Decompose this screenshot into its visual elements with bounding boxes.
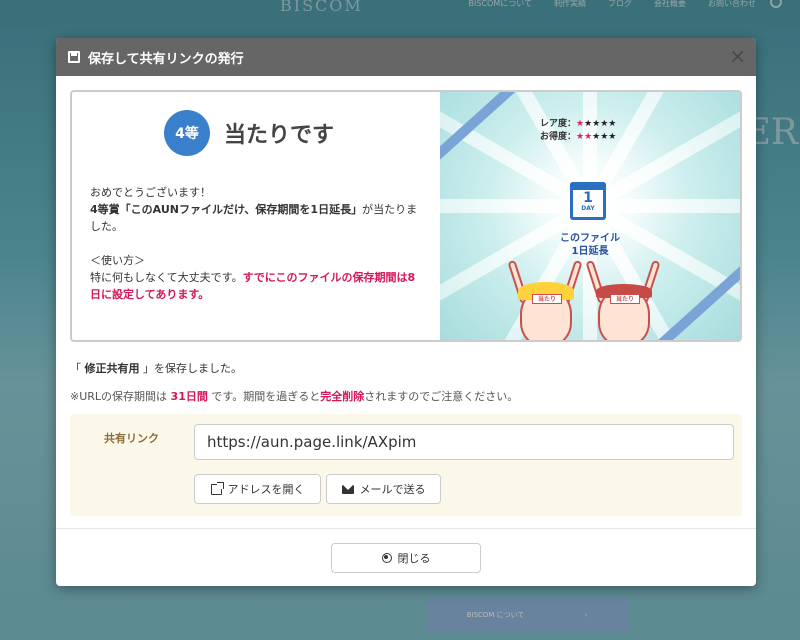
light-ray: [586, 92, 740, 213]
rarity-ratings: レア度：★★★★★ お得度：★★★★★: [540, 118, 616, 144]
cheering-person-icon: 当たり: [596, 284, 652, 340]
saved-suffix: 」を保存しました。: [143, 362, 242, 375]
prize-name: 4等賞「このAUNファイルだけ、保存期間を1日延長」: [90, 203, 363, 216]
notice-middle: です。期間を過ぎると: [207, 390, 321, 403]
save-icon: [68, 51, 80, 63]
prize-line: 4等賞「このAUNファイルだけ、保存期間を1日延長」が当たりました。: [90, 201, 422, 235]
send-mail-label: メールで送る: [359, 483, 426, 496]
close-button-label: 閉じる: [397, 551, 431, 565]
calendar-day: DAY: [581, 205, 595, 212]
notice-prefix: ※URLの保存期間は: [70, 390, 171, 403]
cheering-person-icon: 当たり: [518, 282, 574, 340]
result-message: おめでとうございます！ 4等賞「このAUNファイルだけ、保存期間を1日延長」が当…: [90, 184, 422, 303]
close-circle-icon: [381, 552, 392, 563]
usage-plain: 特に何もしなくて大丈夫です。: [90, 271, 243, 284]
caption-line-2: 1日延長: [571, 246, 609, 257]
send-mail-button[interactable]: メールで送る: [326, 474, 441, 504]
headband: 当たり: [610, 294, 640, 304]
result-heading: 4等 当たりです: [164, 110, 422, 156]
dialog-footer: 閉じる: [56, 528, 756, 586]
dialog-body: 4等 当たりです おめでとうございます！ 4等賞「このAUNファイルだけ、保存期…: [56, 76, 756, 516]
delete-warning: 完全削除: [320, 390, 365, 403]
dialog-title: 保存して共有リンクの発行: [88, 51, 244, 67]
star-icon: ★★★: [592, 132, 617, 142]
share-link-label: 共有リンク: [104, 432, 159, 445]
retention-days: 31日間: [170, 390, 208, 403]
value-row: お得度：★★★★★: [540, 131, 616, 144]
calendar-icon: 1 DAY: [570, 182, 606, 220]
notice-suffix: されますのでご注意ください。: [364, 390, 519, 403]
close-button[interactable]: 閉じる: [331, 542, 481, 573]
congrats-line: おめでとうございます！: [90, 186, 211, 199]
result-text-panel: 4等 当たりです おめでとうございます！ 4等賞「このAUNファイルだけ、保存期…: [72, 92, 440, 340]
extension-caption: このファイル 1日延長: [540, 232, 640, 258]
rarity-label: レア度：: [540, 119, 577, 129]
star-icon: ★★★★: [584, 119, 617, 129]
prize-illustration: レア度：★★★★★ お得度：★★★★★ 1 DAY このファイル 1日延長 当た…: [440, 92, 740, 340]
usage-label: ＜使い方＞: [90, 254, 145, 267]
close-icon[interactable]: ×: [729, 46, 746, 66]
star-icon: ★★: [576, 132, 593, 142]
caption-line-1: このファイル: [560, 233, 620, 244]
win-title: 当たりです: [224, 123, 335, 148]
share-link-panel: 共有リンク アドレスを開く メールで送る: [70, 414, 742, 516]
usage-line: 特に何もしなくて大丈夫です。すでにこのファイルの保存期間は8日に設定してあります…: [90, 269, 422, 303]
dialog-header: 保存して共有リンクの発行 ×: [56, 38, 756, 76]
share-link-dialog: 保存して共有リンクの発行 × 4等 当たりです おめでとうございます！ 4等賞「…: [56, 38, 756, 586]
rank-badge: 4等: [164, 110, 210, 156]
saved-prefix: 「: [70, 362, 81, 375]
saved-share-name: 修正共有用: [84, 362, 140, 375]
calendar-number: 1: [583, 190, 593, 206]
open-address-button[interactable]: アドレスを開く: [194, 474, 321, 504]
star-icon: ★: [576, 119, 585, 129]
rarity-row: レア度：★★★★★: [540, 118, 616, 131]
share-link-input[interactable]: [194, 424, 734, 460]
open-address-label: アドレスを開く: [227, 483, 305, 496]
external-link-icon: [210, 481, 224, 495]
lottery-result-box: 4等 当たりです おめでとうございます！ 4等賞「このAUNファイルだけ、保存期…: [70, 90, 742, 342]
saved-message: 「 修正共有用 」を保存しました。: [70, 360, 742, 376]
value-label: お得度：: [540, 132, 577, 142]
retention-notice: ※URLの保存期間は 31日間 です。期間を過ぎると完全削除されますのでご注意く…: [70, 388, 742, 404]
envelope-icon: [341, 484, 354, 494]
headband: 当たり: [532, 294, 562, 304]
